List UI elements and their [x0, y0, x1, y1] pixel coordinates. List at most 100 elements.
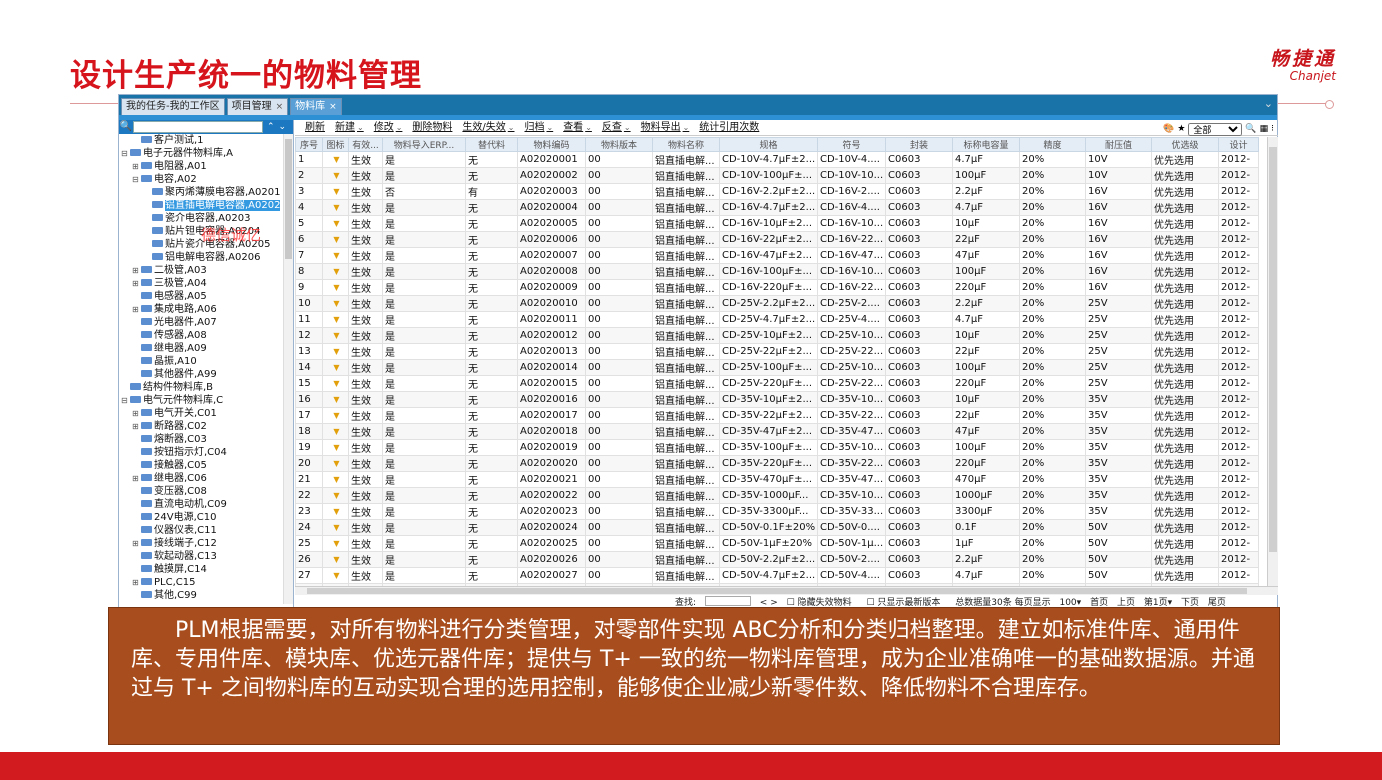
tree-node[interactable]: ⊟ 电容,A02 — [119, 173, 293, 186]
tree-node[interactable]: 其他,C99 — [119, 589, 293, 602]
close-icon[interactable]: × — [329, 102, 337, 112]
tree-node[interactable]: ⊞ 继电器,C06 — [119, 472, 293, 485]
tab-2[interactable]: 物料库 × — [290, 98, 342, 115]
table-row[interactable]: 19 ▼ 生效是无 A02020019 00 铝直插电解... CD-35V-100μF±.… — [295, 439, 1259, 456]
column-header[interactable]: 物料版本 — [585, 137, 653, 152]
tree-node[interactable]: 铝电解电容器,A0206 — [119, 251, 293, 264]
tree-node[interactable]: 直流电动机,C09 — [119, 498, 293, 511]
toolbar-button-4[interactable]: 生效/失效 ⌄ — [462, 120, 514, 135]
expand-icon[interactable]: ⊞ — [132, 420, 141, 433]
tree-node[interactable]: ⊟ 电气元件物料库,C — [119, 394, 293, 407]
star-icon[interactable]: ★ — [1177, 121, 1185, 137]
tree-node[interactable]: 传感器,A08 — [119, 329, 293, 342]
tree-node[interactable]: ⊞ PLC,C15 — [119, 576, 293, 589]
tree-node[interactable]: 客户测试,1 — [119, 134, 293, 147]
expand-icon[interactable]: ⊞ — [132, 264, 141, 277]
column-header[interactable]: 物料编码 — [517, 137, 586, 152]
toolbar-button-1[interactable]: 新建 ⌄ — [335, 120, 364, 135]
column-header[interactable]: 有效... — [348, 137, 383, 152]
table-row[interactable]: 14 ▼ 生效是无 A02020014 00 铝直插电解... CD-25V-100μF±.… — [295, 359, 1259, 376]
table-row[interactable]: 7 ▼ 生效是无 A02020007 00 铝直插电解... CD-16V-47μF±2..… — [295, 247, 1259, 264]
chevron-down-icon[interactable]: ⌄ — [585, 123, 592, 132]
tree-node[interactable]: 晶振,A10 — [119, 355, 293, 368]
tree-node[interactable]: ⊞ 电阻器,A01 — [119, 160, 293, 173]
column-header[interactable]: 替代料 — [465, 137, 518, 152]
chevron-down-icon[interactable]: ⌄ — [508, 123, 515, 132]
tree-node[interactable]: 光电器件,A07 — [119, 316, 293, 329]
tree-node[interactable]: ⊞ 接线端子,C12 — [119, 537, 293, 550]
tab-0[interactable]: 我的任务-我的工作区 — [121, 98, 225, 115]
expand-icon[interactable]: ⊞ — [132, 160, 141, 173]
table-row[interactable]: 27 ▼ 生效是无 A02020027 00 铝直插电解... CD-50V-4.7μF±2… — [295, 567, 1259, 584]
chevron-down-icon[interactable]: ⌄ — [357, 123, 364, 132]
column-header[interactable]: 物料名称 — [652, 137, 720, 152]
filter-select[interactable]: 全部 — [1188, 122, 1243, 136]
column-header[interactable]: 封装 — [885, 137, 953, 152]
collapse-icon[interactable]: ⊟ — [121, 394, 130, 407]
close-icon[interactable]: × — [276, 102, 284, 112]
tree-node[interactable]: 继电器,A09 — [119, 342, 293, 355]
find-input[interactable] — [704, 596, 751, 606]
chevron-up-icon[interactable]: ⌃ — [267, 120, 275, 134]
settings-icon[interactable]: ⁝ — [1271, 121, 1274, 137]
table-row[interactable]: 24 ▼ 生效是无 A02020024 00 铝直插电解... CD-50V-0.1F±20… — [295, 519, 1259, 536]
table-row[interactable]: 10 ▼ 生效是无 A02020010 00 铝直插电解... CD-25V-2.2μF±2… — [295, 295, 1259, 312]
chevron-down-icon[interactable]: ⌄ — [546, 123, 553, 132]
tree-search-input[interactable] — [133, 121, 263, 133]
toolbar-button-3[interactable]: 删除物料 — [412, 120, 452, 135]
collapse-icon[interactable]: ⊟ — [121, 147, 130, 160]
table-row[interactable]: 4 ▼ 生效是无 A02020004 00 铝直插电解... CD-16V-4.7μF±2.… — [295, 199, 1259, 216]
expand-icon[interactable]: ⊞ — [132, 277, 141, 290]
table-row[interactable]: 22 ▼ 生效是无 A02020022 00 铝直插电解... CD-35V-1000μF.… — [295, 487, 1259, 504]
table-row[interactable]: 18 ▼ 生效是无 A02020018 00 铝直插电解... CD-35V-47μF±2.… — [295, 423, 1259, 440]
chevron-down-icon[interactable]: ⌄ — [279, 120, 287, 134]
table-row[interactable]: 13 ▼ 生效是无 A02020013 00 铝直插电解... CD-25V-22μF±2.… — [295, 343, 1259, 360]
tree-node[interactable]: 软起动器,C13 — [119, 550, 293, 563]
table-row[interactable]: 12 ▼ 生效是无 A02020012 00 铝直插电解... CD-25V-10μF±2.… — [295, 327, 1259, 344]
tab-1[interactable]: 项目管理 × — [226, 98, 289, 115]
column-header[interactable]: 物料导入ERP... — [382, 137, 466, 152]
grid-horizontal-scrollbar[interactable] — [295, 586, 1278, 595]
grid-vertical-scrollbar[interactable] — [1267, 137, 1278, 586]
tree-node[interactable]: 24V电源,C10 — [119, 511, 293, 524]
column-header[interactable]: 精度 — [1019, 137, 1086, 152]
tree-node[interactable]: ⊞ 三极管,A04 — [119, 277, 293, 290]
collapse-icon[interactable]: ⊟ — [132, 173, 141, 186]
search-icon[interactable]: 🔍 — [119, 120, 133, 134]
export-excel-icon[interactable]: ▦ — [1260, 121, 1269, 137]
tree-node[interactable]: ⊞ 集成电路,A06 — [119, 303, 293, 316]
expand-icon[interactable]: ⊞ — [132, 472, 141, 485]
table-row[interactable]: 9 ▼ 生效是无 A02020009 00 铝直插电解... CD-16V-220μF±..… — [295, 279, 1259, 296]
toolbar-button-5[interactable]: 归档 ⌄ — [524, 120, 553, 135]
table-row[interactable]: 21 ▼ 生效是无 A02020021 00 铝直插电解... CD-35V-470μF±.… — [295, 471, 1259, 488]
toolbar-button-9[interactable]: 统计引用次数 — [699, 120, 759, 135]
tree-node[interactable]: 接触器,C05 — [119, 459, 293, 472]
tree-node[interactable]: ⊞ 二极管,A03 — [119, 264, 293, 277]
tree-node[interactable]: 其他器件,A99 — [119, 368, 293, 381]
tree-node[interactable]: 仪器仪表,C11 — [119, 524, 293, 537]
chevron-down-icon[interactable]: ⌄ — [683, 123, 690, 132]
tree-node[interactable]: 聚丙烯薄膜电容器,A0201 — [119, 186, 293, 199]
expand-icon[interactable]: ⊞ — [132, 407, 141, 420]
tree-node[interactable]: 熔断器,C03 — [119, 433, 293, 446]
column-header[interactable]: 优选级 — [1151, 137, 1219, 152]
tree-node[interactable]: ⊞ 断路器,C02 — [119, 420, 293, 433]
column-header[interactable]: 标称电容量 — [952, 137, 1020, 152]
expand-icon[interactable]: ⊞ — [132, 303, 141, 316]
table-row[interactable]: 20 ▼ 生效是无 A02020020 00 铝直插电解... CD-35V-220μF±.… — [295, 455, 1259, 472]
table-row[interactable]: 1 ▼ 生效是无 A02020001 00 铝直插电解... CD-10V-4.7μF±2.… — [295, 151, 1259, 168]
table-row[interactable]: 3 ▼ 生效否有 A02020003 00 铝直插电解... CD-16V-2.2μF±2.… — [295, 183, 1259, 200]
table-row[interactable]: 11 ▼ 生效是无 A02020011 00 铝直插电解... CD-25V-4.7μF±2… — [295, 311, 1259, 328]
column-header[interactable]: 设计 — [1218, 137, 1259, 152]
column-header[interactable]: 耐压值 — [1085, 137, 1152, 152]
tree-node[interactable]: 触摸屏,C14 — [119, 563, 293, 576]
table-row[interactable]: 5 ▼ 生效是无 A02020005 00 铝直插电解... CD-16V-10μF±2..… — [295, 215, 1259, 232]
column-header[interactable]: 序号 — [295, 137, 323, 152]
toolbar-button-2[interactable]: 修改 ⌄ — [374, 120, 403, 135]
table-row[interactable]: 17 ▼ 生效是无 A02020017 00 铝直插电解... CD-35V-22μF±2.… — [295, 407, 1259, 424]
table-row[interactable]: 6 ▼ 生效是无 A02020006 00 铝直插电解... CD-16V-22μF±2..… — [295, 231, 1259, 248]
tree-node[interactable]: ⊞ 电气开关,C01 — [119, 407, 293, 420]
search-icon[interactable]: 🔍 — [1245, 121, 1256, 137]
tree-scrollbar[interactable] — [283, 134, 293, 604]
table-row[interactable]: 16 ▼ 生效是无 A02020016 00 铝直插电解... CD-35V-10μF±2.… — [295, 391, 1259, 408]
